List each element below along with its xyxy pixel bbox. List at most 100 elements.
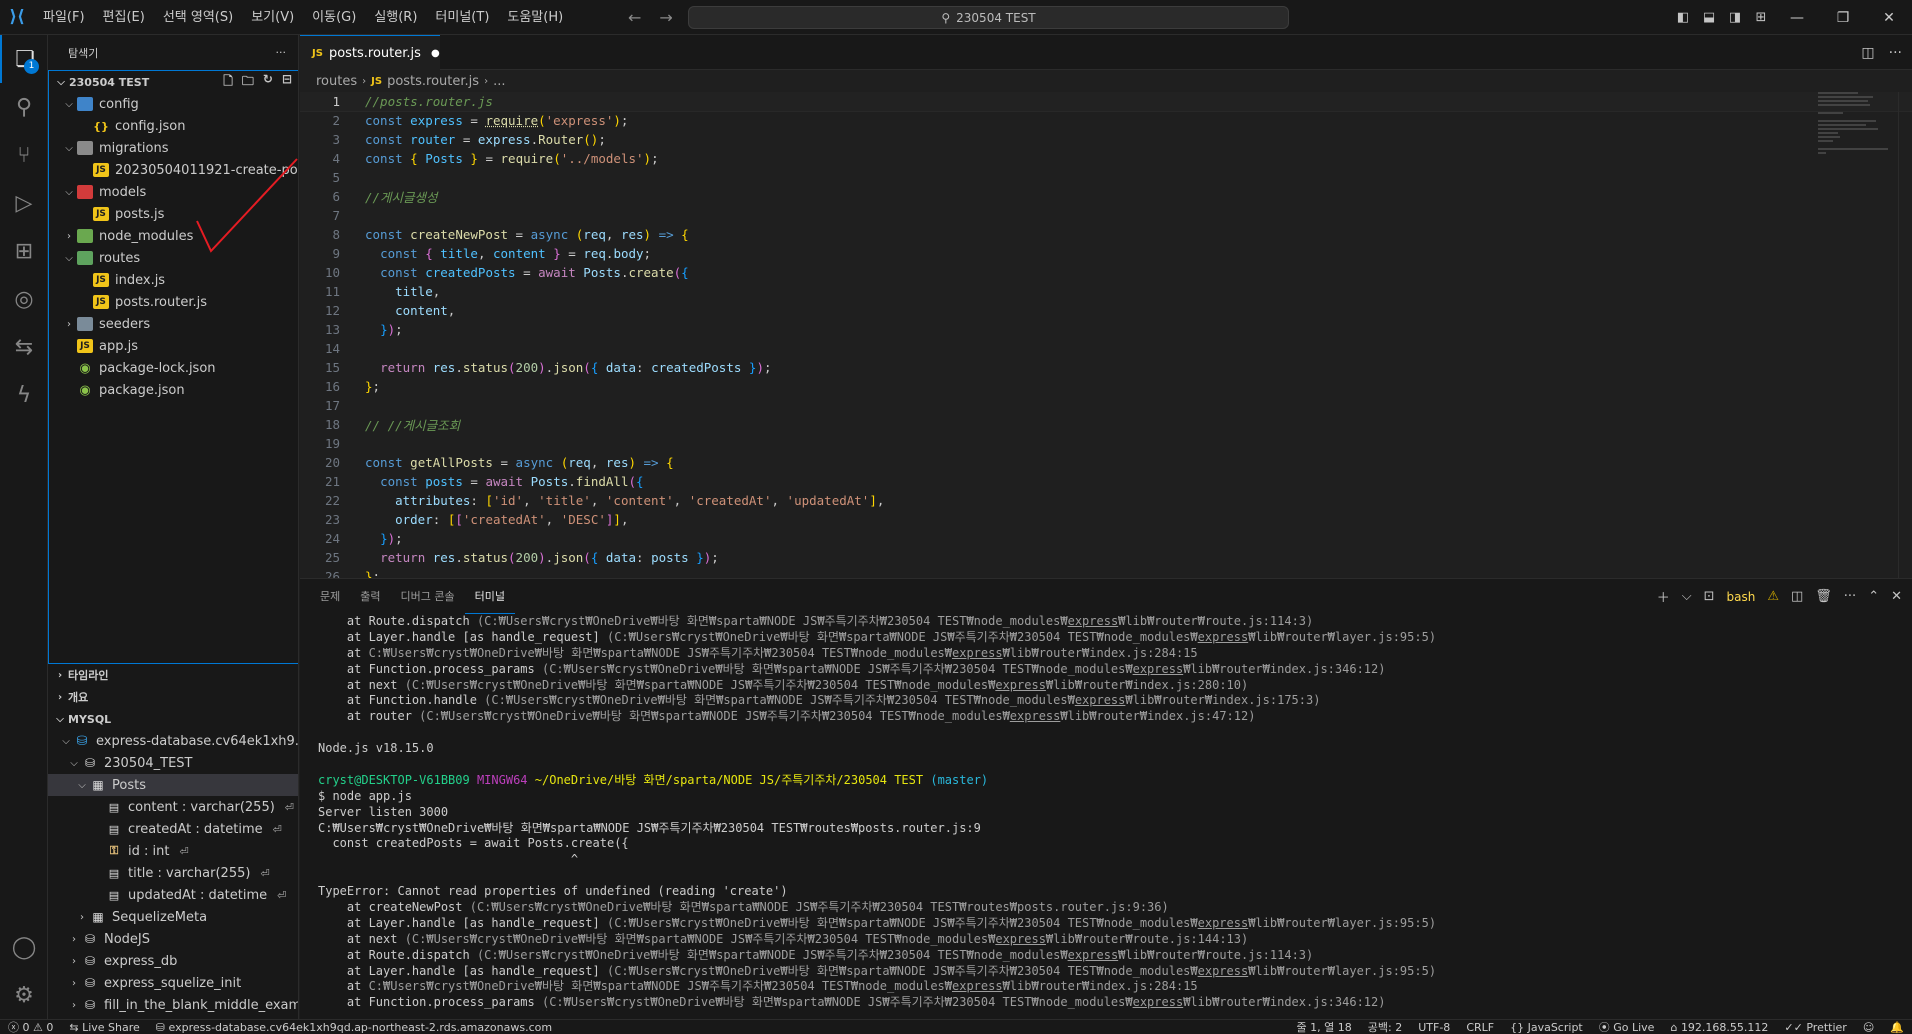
- tree-item-posts-js[interactable]: JS posts.js: [49, 203, 298, 225]
- prettier-status[interactable]: ✓✓ Prettier: [1776, 1021, 1854, 1034]
- live-share-icon[interactable]: ⇆: [0, 323, 48, 371]
- customize-layout-icon[interactable]: ⊞: [1748, 10, 1774, 25]
- code-line[interactable]: 7: [300, 206, 1912, 225]
- maximize-panel-icon[interactable]: ⌃: [1868, 589, 1879, 604]
- workspace-section[interactable]: ⌵ 230504 TEST 🗋 🗀 ↻ ⊟: [49, 71, 298, 93]
- code-line[interactable]: 1 //posts.router.js: [300, 92, 1912, 112]
- accounts-icon[interactable]: ◯: [0, 923, 48, 971]
- language-mode[interactable]: {} JavaScript: [1502, 1021, 1591, 1034]
- encoding[interactable]: UTF-8: [1410, 1021, 1458, 1034]
- code-line[interactable]: 14: [300, 339, 1912, 358]
- code-line[interactable]: 22 attributes: ['id', 'title', 'content'…: [300, 491, 1912, 510]
- tree-item-models[interactable]: ⌵ models: [49, 181, 298, 203]
- tab-terminal[interactable]: 터미널: [464, 579, 515, 614]
- run-debug-icon[interactable]: ▷: [0, 179, 48, 227]
- tree-item-config[interactable]: ⌵ config: [49, 93, 298, 115]
- mysql-section[interactable]: ⌵ MYSQL: [48, 708, 298, 730]
- tab-problems[interactable]: 문제: [310, 579, 350, 614]
- db-schema-nodejs[interactable]: › ⛁ NodeJS: [48, 928, 298, 950]
- db-column-title[interactable]: ▤ title : varchar(255) ⏎: [48, 862, 298, 884]
- breadcrumb-symbol[interactable]: ...: [493, 74, 505, 89]
- copy-icon[interactable]: ⏎: [277, 889, 286, 902]
- code-line[interactable]: 15 return res.status(200).json({ data: c…: [300, 358, 1912, 377]
- collapse-all-icon[interactable]: ⊟: [282, 72, 292, 93]
- code-line[interactable]: 2 const express = require('express');: [300, 111, 1912, 130]
- unsaved-dot-icon[interactable]: ●: [431, 48, 440, 59]
- thunder-client-icon[interactable]: ϟ: [0, 371, 48, 419]
- refresh-icon[interactable]: ↻: [263, 72, 273, 93]
- split-terminal-icon[interactable]: ◫: [1791, 589, 1803, 604]
- minimize-icon[interactable]: —: [1774, 10, 1820, 26]
- code-line[interactable]: 6 //게시글생성: [300, 187, 1912, 206]
- minimap[interactable]: [1818, 92, 1898, 212]
- code-line[interactable]: 21 const posts = await Posts.findAll({: [300, 472, 1912, 491]
- menu-help[interactable]: 도움말(H): [498, 0, 572, 35]
- close-panel-icon[interactable]: ✕: [1891, 589, 1902, 604]
- shell-name[interactable]: bash: [1726, 590, 1755, 604]
- tab-output[interactable]: 출력: [350, 579, 390, 614]
- db-schema-express-db[interactable]: › ⛁ express_db: [48, 950, 298, 972]
- new-folder-icon[interactable]: 🗀: [242, 72, 254, 93]
- menu-selection[interactable]: 선택 영역(S): [154, 0, 242, 35]
- db-column-createdat[interactable]: ▤ createdAt : datetime ⏎: [48, 818, 298, 840]
- code-line[interactable]: 19: [300, 434, 1912, 453]
- terminal-output[interactable]: at Route.dispatch (C:₩Users₩cryst₩OneDri…: [318, 614, 1912, 1019]
- tree-item-posts-router-js[interactable]: JS posts.router.js: [49, 291, 298, 313]
- copy-icon[interactable]: ⏎: [273, 823, 282, 836]
- db-column-id[interactable]: ⚿ id : int ⏎: [48, 840, 298, 862]
- toggle-secondary-sidebar-icon[interactable]: ◨: [1722, 10, 1748, 25]
- db-table-posts[interactable]: ⌵ ▦ Posts: [48, 774, 298, 796]
- db-column-content[interactable]: ▤ content : varchar(255) ⏎: [48, 796, 298, 818]
- outline-section[interactable]: › 개요: [48, 686, 298, 708]
- search-view-icon[interactable]: ⚲: [0, 83, 48, 131]
- code-line[interactable]: 11 title,: [300, 282, 1912, 301]
- copy-icon[interactable]: ⏎: [260, 867, 269, 880]
- copy-icon[interactable]: ⏎: [285, 801, 294, 814]
- new-file-icon[interactable]: 🗋: [223, 72, 233, 93]
- tree-item-config-json[interactable]: {} config.json: [49, 115, 298, 137]
- end-of-line[interactable]: CRLF: [1458, 1021, 1502, 1034]
- db-schema-express-squelize-init[interactable]: › ⛁ express_squelize_init: [48, 972, 298, 994]
- tree-item-migration-file[interactable]: JS 20230504011921-create-posts.js: [49, 159, 298, 181]
- editor-more-icon[interactable]: ···: [1889, 45, 1902, 61]
- code-line[interactable]: 17: [300, 396, 1912, 415]
- back-arrow-icon[interactable]: ←: [628, 8, 641, 27]
- go-live[interactable]: ⦿ Go Live: [1591, 1019, 1663, 1034]
- code-line[interactable]: 8 const createNewPost = async (req, res) …: [300, 225, 1912, 244]
- restore-icon[interactable]: ❐: [1820, 10, 1866, 26]
- editor-scrollbar[interactable]: [1898, 92, 1912, 578]
- tree-item-package-json[interactable]: ◉ package.json: [49, 379, 298, 401]
- db-connection[interactable]: ⌵ ⛁ express-database.cv64ek1xh9...: [48, 730, 298, 752]
- toggle-panel-icon[interactable]: ⬓: [1696, 10, 1722, 25]
- code-line[interactable]: 20 const getAllPosts = async (req, res) =…: [300, 453, 1912, 472]
- tree-item-package-lock[interactable]: ◉ package-lock.json: [49, 357, 298, 379]
- code-line[interactable]: 9 const { title, content } = req.body;: [300, 244, 1912, 263]
- close-window-icon[interactable]: ✕: [1866, 10, 1912, 26]
- db-connection-status[interactable]: ⛁ express-database.cv64ek1xh9qd.ap-north…: [148, 1021, 560, 1034]
- tree-item-app-js[interactable]: JS app.js: [49, 335, 298, 357]
- panel-more-icon[interactable]: ···: [1844, 589, 1856, 604]
- db-schema-fill-in-the-blank[interactable]: › ⛁ fill_in_the_blank_middle_exam: [48, 994, 298, 1016]
- menu-go[interactable]: 이동(G): [303, 0, 365, 35]
- live-share-status[interactable]: ⇆ Live Share: [61, 1021, 147, 1034]
- timeline-section[interactable]: › 타임라인: [48, 664, 298, 686]
- tree-item-node-modules[interactable]: › node_modules: [49, 225, 298, 247]
- toggle-sidebar-icon[interactable]: ◧: [1670, 10, 1696, 25]
- tab-posts-router[interactable]: JS posts.router.js ●: [300, 35, 440, 70]
- explorer-icon[interactable]: ❏ 1: [0, 35, 48, 83]
- source-control-icon[interactable]: ⑂: [0, 131, 48, 179]
- code-line[interactable]: 26};: [300, 567, 1912, 578]
- code-line[interactable]: 13 });: [300, 320, 1912, 339]
- edge-devtools-icon[interactable]: ◎: [0, 275, 48, 323]
- feedback-icon[interactable]: ☺: [1855, 1021, 1882, 1034]
- code-line[interactable]: 24 });: [300, 529, 1912, 548]
- code-line[interactable]: 5: [300, 168, 1912, 187]
- code-line[interactable]: 18 // //게시글조회: [300, 415, 1912, 434]
- copy-icon[interactable]: ⏎: [179, 845, 188, 858]
- menu-view[interactable]: 보기(V): [242, 0, 303, 35]
- code-line[interactable]: 4 const { Posts } = require('../models');: [300, 149, 1912, 168]
- extensions-icon[interactable]: ⊞: [0, 227, 48, 275]
- code-editor[interactable]: 1 //posts.router.js 2 const express = requi…: [300, 92, 1912, 578]
- tree-item-routes[interactable]: ⌵ routes: [49, 247, 298, 269]
- indentation[interactable]: 공백: 2: [1360, 1019, 1410, 1034]
